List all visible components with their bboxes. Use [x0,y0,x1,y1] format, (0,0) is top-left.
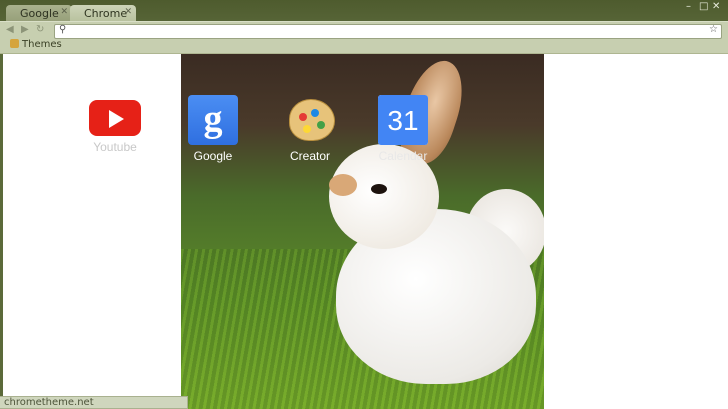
back-arrow-icon[interactable]: ◀ [6,24,14,35]
bunny-nose [329,174,357,196]
youtube-icon [89,100,141,136]
minimize-icon[interactable]: – [686,1,691,12]
app-label: Youtube [93,140,137,154]
omnibox[interactable]: ⚲ ☆ [54,24,722,39]
bookmark-label: Themes [22,39,62,50]
status-bar: chrometheme.net [0,396,188,409]
bookmarks-bar: Themes [0,39,728,54]
google-icon: g [188,95,238,145]
tab-chrome[interactable]: Chrome ✕ [70,5,136,21]
app-youtube[interactable]: Youtube [80,100,150,154]
bookmark-folder-icon [10,39,19,48]
calendar-icon-number: 31 [378,95,428,145]
bunny-eye [371,184,387,194]
app-calendar[interactable]: 31 Calendar [368,95,438,163]
tab-google[interactable]: Google ✕ [6,5,72,21]
close-icon[interactable]: ✕ [712,1,720,12]
title-bar: Google ✕ Chrome ✕ – □ ✕ [0,0,728,21]
app-label: Creator [289,149,330,163]
app-google[interactable]: g Google [178,95,248,163]
reload-icon[interactable]: ↻ [36,24,44,35]
toolbar: ◀ ▶ ↻ ⚲ ☆ [0,21,728,41]
forward-arrow-icon[interactable]: ▶ [21,24,29,35]
app-label: Calendar [378,149,428,163]
palette-icon [285,95,335,145]
maximize-icon[interactable]: □ [699,1,708,12]
tab-close-icon[interactable]: ✕ [60,7,68,17]
bookmark-themes[interactable]: Themes [10,39,62,50]
app-creator[interactable]: Creator [275,95,345,163]
star-icon[interactable]: ☆ [709,24,718,35]
search-icon: ⚲ [59,24,67,35]
tab-close-icon[interactable]: ✕ [124,7,132,17]
app-label: Google [193,149,233,163]
tab-label: Chrome [84,7,128,20]
tab-label: Google [20,7,59,20]
calendar-icon: 31 [378,95,428,145]
